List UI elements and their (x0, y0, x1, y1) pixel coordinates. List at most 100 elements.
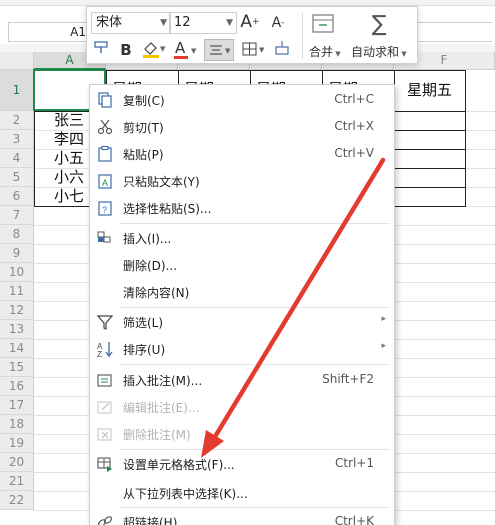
menu-item-edit-comment: 编辑批注(E)... (90, 394, 394, 420)
menu-separator (120, 449, 390, 450)
row-header[interactable]: 5 (0, 168, 34, 187)
shrink-font-icon: A (271, 15, 282, 31)
row-header[interactable]: 11 (0, 282, 34, 301)
menu-item-pick-from-list[interactable]: 从下拉列表中选择(K)... (90, 480, 394, 506)
menu-item-copy[interactable]: 复制(C) Ctrl+C (90, 87, 394, 113)
align-center-icon: ▼ (210, 45, 231, 55)
row-header[interactable]: 15 (0, 358, 34, 377)
table-cell[interactable] (394, 149, 466, 169)
menu-separator (120, 307, 390, 308)
menu-item-format-cells[interactable]: 设置单元格格式(F)... Ctrl+1 (90, 451, 394, 477)
row-header[interactable]: 3 (0, 130, 34, 149)
row-header[interactable]: 19 (0, 434, 34, 453)
menu-item-label: 复制(C) (123, 94, 165, 108)
font-size-select[interactable]: 12 ▼ (169, 12, 237, 34)
font-size-value: 12 (174, 15, 191, 30)
name-box[interactable]: A1 (8, 22, 92, 42)
hyperlink-icon (97, 516, 113, 525)
merge-label: 合并 (309, 45, 334, 59)
menu-item-insert-comment[interactable]: 插入批注(M)... Shift+F2 (90, 367, 394, 393)
fill-color-button[interactable]: ▼ (139, 39, 167, 61)
menu-item-paste[interactable]: 粘贴(P) Ctrl+V (90, 141, 394, 167)
table-cell[interactable] (394, 130, 466, 150)
menu-item-label: 筛选(L) (123, 316, 164, 330)
chevron-down-icon: ▼ (160, 18, 167, 28)
row-header[interactable]: 1 (0, 70, 34, 111)
grow-font-button[interactable]: A+ (239, 11, 261, 33)
align-center-button[interactable]: ▼ (204, 39, 234, 61)
shrink-font-button[interactable]: A- (267, 12, 289, 34)
table-cell[interactable] (394, 111, 466, 131)
chevron-down-icon: ▼ (191, 47, 197, 55)
menu-item-label: 只粘贴文本(Y) (123, 175, 200, 189)
menu-item-label: 从下拉列表中选择(K)... (123, 487, 248, 501)
paste-special-icon: ? (98, 201, 112, 216)
row-header[interactable]: 22 (0, 491, 34, 510)
font-name-select[interactable]: 宋体 ▼ (91, 12, 171, 34)
menu-item-label: 粘贴(P) (123, 148, 164, 162)
row-header[interactable]: 7 (0, 206, 34, 225)
row-header[interactable]: 14 (0, 339, 34, 358)
row-header[interactable]: 13 (0, 320, 34, 339)
row-header[interactable]: 6 (0, 187, 34, 206)
menu-item-insert[interactable]: 插入(I)... (90, 225, 394, 251)
row-header[interactable]: 2 (0, 111, 34, 130)
sort-icon: AZ (97, 342, 113, 358)
menu-item-label: 设置单元格格式(F)... (123, 458, 235, 472)
menu-item-shortcut: Shift+F2 (322, 372, 374, 386)
merge-button[interactable]: 合并 ▼ (309, 43, 341, 60)
merge-cells-icon (309, 12, 337, 38)
menu-item-cut[interactable]: 剪切(T) Ctrl+X (90, 114, 394, 140)
table-cell[interactable] (394, 168, 466, 188)
menu-item-shortcut: Ctrl+V (334, 146, 374, 160)
row-header[interactable]: 9 (0, 244, 34, 263)
paste-text-icon: A (98, 174, 112, 189)
menu-item-shortcut: Ctrl+X (334, 119, 374, 133)
clear-format-button[interactable] (271, 39, 293, 61)
select-all-corner[interactable] (0, 52, 34, 70)
mini-toolbar: 宋体 ▼ 12 ▼ A+ A- B ▼ A ▼ ▼ ▼ 合并 ▼ ∑ 自动求和 … (86, 6, 418, 64)
svg-text:A: A (102, 178, 108, 188)
menu-item-paste-text-only[interactable]: A 只粘贴文本(Y) (90, 168, 394, 194)
filter-icon (96, 315, 114, 330)
autosum-button[interactable]: 自动求和 ▼ (351, 43, 407, 60)
insert-comment-icon (97, 374, 112, 387)
row-header[interactable]: 10 (0, 263, 34, 282)
menu-item-hyperlink[interactable]: 超链接(H)... Ctrl+K (90, 509, 394, 525)
menu-item-sort[interactable]: AZ 排序(U) ▸ (90, 336, 394, 362)
svg-text:▼: ▼ (160, 45, 166, 53)
font-color-button[interactable]: A ▼ (171, 39, 199, 61)
borders-button[interactable]: ▼ (239, 39, 267, 61)
chevron-down-icon: ▼ (226, 18, 233, 28)
svg-text:Z: Z (97, 350, 102, 358)
bold-button[interactable]: B (115, 39, 137, 61)
menu-item-delete-comment: 删除批注(M) (90, 421, 394, 447)
cell-f1: 星期五 (407, 81, 453, 99)
row-header[interactable]: 18 (0, 415, 34, 434)
menu-item-label: 清除内容(N) (123, 286, 190, 300)
menu-item-label: 选择性粘贴(S)... (123, 202, 212, 216)
menu-item-label: 删除批注(M) (123, 428, 191, 442)
menu-item-label: 超链接(H)... (123, 516, 189, 525)
row-header[interactable]: 8 (0, 225, 34, 244)
menu-separator (120, 364, 390, 365)
row-header[interactable]: 20 (0, 453, 34, 472)
row-header[interactable]: 17 (0, 396, 34, 415)
font-color-swatch (174, 56, 188, 59)
row-header[interactable]: 21 (0, 472, 34, 491)
svg-text:▼: ▼ (225, 47, 231, 55)
menu-item-paste-special[interactable]: ? 选择性粘贴(S)... (90, 195, 394, 221)
cell-a6: 小七 (54, 187, 85, 205)
cell-a5: 小六 (54, 168, 85, 186)
menu-item-delete[interactable]: 删除(D)... (90, 252, 394, 278)
edit-comment-icon (97, 401, 112, 414)
table-cell[interactable] (394, 187, 466, 207)
menu-item-filter[interactable]: 筛选(L) ▸ (90, 309, 394, 335)
menu-item-clear-contents[interactable]: 清除内容(N) (90, 279, 394, 305)
svg-text:?: ? (102, 205, 107, 215)
row-header[interactable]: 4 (0, 149, 34, 168)
submenu-arrow-icon: ▸ (381, 314, 386, 324)
format-painter-button[interactable] (91, 39, 113, 61)
row-header[interactable]: 12 (0, 301, 34, 320)
row-header[interactable]: 16 (0, 377, 34, 396)
